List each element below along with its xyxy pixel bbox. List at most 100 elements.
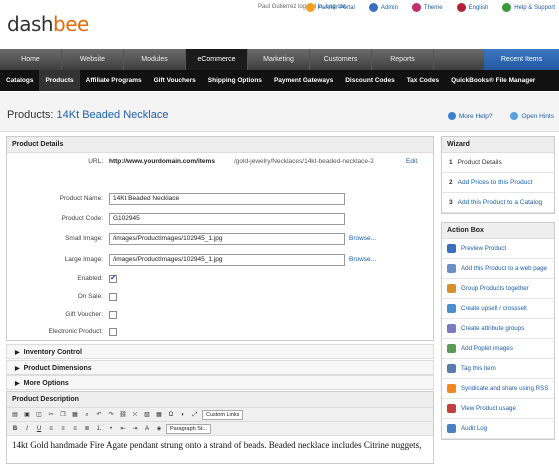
bold-icon[interactable]: B: [10, 424, 20, 434]
wizard-step-3[interactable]: 3 Add this Product to a Catalog: [442, 193, 554, 213]
sub-nav-item-shipping-options[interactable]: Shipping Options: [202, 70, 268, 91]
outdent-icon[interactable]: ⇤: [118, 424, 128, 434]
source-icon[interactable]: ▤: [10, 410, 20, 420]
top-link-english[interactable]: English: [456, 3, 488, 12]
action-tag-this-item[interactable]: Tag this item: [442, 359, 554, 379]
paragraph-style-select[interactable]: Paragraph St...: [166, 423, 211, 434]
image-icon: [447, 344, 456, 353]
hints-icon: [510, 112, 519, 120]
product-code-input[interactable]: G102945: [109, 213, 345, 225]
action-group-products-together[interactable]: Group Products together: [442, 279, 554, 299]
top-link-theme[interactable]: Theme: [411, 3, 443, 12]
expand-arrow-icon: ▶: [15, 381, 20, 387]
find-icon[interactable]: ⌕: [82, 410, 92, 420]
product-description-heading: Product Description: [7, 392, 433, 408]
gift-voucher-checkbox[interactable]: [109, 311, 117, 319]
align-right-icon[interactable]: ≡: [70, 424, 80, 434]
main-nav-tab-ecommerce[interactable]: eCommerce: [186, 49, 248, 70]
sub-nav-item-payment-gateways[interactable]: Payment Gateways: [268, 70, 339, 91]
attribute-icon: [447, 324, 456, 333]
url-base: http://www.yourdomain.com/items: [109, 158, 215, 165]
color-icon[interactable]: ◐: [178, 410, 188, 420]
underline-icon[interactable]: U: [34, 424, 44, 434]
font-color-icon[interactable]: A: [142, 424, 152, 434]
action-add-this-product-to-a-web-page[interactable]: Add this Product to a web page: [442, 259, 554, 279]
image-icon[interactable]: ▨: [142, 410, 152, 420]
sub-nav: Catalogs Products Affiliate Programs Gift V…: [0, 70, 559, 91]
url-edit-link[interactable]: Edit: [406, 158, 417, 165]
justify-icon[interactable]: ≣: [82, 424, 92, 434]
top-link-help-support[interactable]: Help & Support: [502, 3, 555, 12]
editor-toolbar-row-1: ▤ ▣ ◫ ✂ ❐ ▦ ⌕ ↶ ↷ ⛓ ⛌ ▨ ▦ Ω ◐ ⤢ Custom L…: [7, 408, 433, 422]
wizard-step-2[interactable]: 2 Add Prices to this Product: [442, 173, 554, 193]
copy-icon[interactable]: ❐: [58, 410, 68, 420]
main-nav-tab-website[interactable]: Website: [62, 49, 124, 70]
indent-icon[interactable]: ⇥: [130, 424, 140, 434]
table-icon[interactable]: ▦: [154, 410, 164, 420]
save-icon[interactable]: ▣: [22, 410, 32, 420]
usage-icon: [447, 404, 456, 413]
highlight-icon[interactable]: ◈: [154, 424, 164, 434]
action-view-product-usage[interactable]: View Product usage: [442, 399, 554, 419]
align-center-icon[interactable]: ≡: [58, 424, 68, 434]
action-create-upsell-crosssell[interactable]: Create upsell / crosssell: [442, 299, 554, 319]
maximize-icon[interactable]: ⤢: [190, 410, 200, 420]
top-links: Partner Portal Admin Theme English Help & Su…: [305, 3, 555, 12]
electronic-product-label: Electronic Product:: [48, 328, 103, 335]
help-icon: [447, 112, 456, 120]
action-syndicate-and-share-using-rss[interactable]: Syndicate and share using RSS: [442, 379, 554, 399]
top-link-partner-portal[interactable]: Partner Portal: [305, 3, 355, 12]
sub-nav-item-products[interactable]: Products: [39, 70, 80, 91]
sub-nav-item-discount-codes[interactable]: Discount Codes: [339, 70, 400, 91]
sub-nav-item-tax-codes[interactable]: Tax Codes: [401, 70, 445, 91]
undo-icon[interactable]: ↶: [94, 410, 104, 420]
on-sale-checkbox[interactable]: [109, 293, 117, 301]
enabled-checkbox[interactable]: ✓: [109, 273, 117, 283]
top-link-admin[interactable]: Admin: [368, 3, 398, 12]
sub-nav-item-quickbooks-file-manager[interactable]: QuickBooks® File Manager: [445, 70, 541, 91]
theme-icon: [411, 3, 421, 12]
more-help-link[interactable]: More Help?: [447, 112, 492, 120]
sub-nav-item-catalogs[interactable]: Catalogs: [0, 70, 39, 91]
product-description-panel: Product Description ▤ ▣ ◫ ✂ ❐ ▦ ⌕ ↶ ↷ ⛓ …: [6, 391, 434, 464]
paste-icon[interactable]: ▦: [70, 410, 80, 420]
main-nav-tab-customers[interactable]: Customers: [310, 49, 372, 70]
cut-icon[interactable]: ✂: [46, 410, 56, 420]
large-image-input[interactable]: /images/ProductImages/102945_1.jpg: [109, 254, 345, 266]
small-image-input[interactable]: /images/ProductImages/102945_1.jpg: [109, 233, 345, 245]
sub-nav-item-affiliate-programs[interactable]: Affiliate Programs: [80, 70, 148, 91]
action-create-attribute-groups[interactable]: Create attribute groups: [442, 319, 554, 339]
action-preview-product[interactable]: Preview Product: [442, 239, 554, 259]
dashbee-logo[interactable]: dashbee: [7, 12, 89, 36]
main-nav-tab-home[interactable]: Home: [0, 49, 62, 70]
custom-links-select[interactable]: Custom Links: [202, 409, 244, 420]
recent-items-button[interactable]: Recent Items: [484, 49, 559, 70]
description-editor[interactable]: 14kt Gold handmade Fire Agate pendant st…: [7, 436, 433, 454]
sub-nav-item-gift-vouchers[interactable]: Gift Vouchers: [148, 70, 202, 91]
preview-icon[interactable]: ◫: [34, 410, 44, 420]
link-icon[interactable]: ⛓: [118, 410, 128, 420]
bullet-list-icon[interactable]: •: [106, 424, 116, 434]
action-audit-log[interactable]: Audit Log: [442, 419, 554, 439]
main-nav-tab-modules[interactable]: Modules: [124, 49, 186, 70]
main-nav-tab-marketing[interactable]: Marketing: [248, 49, 310, 70]
electronic-product-checkbox[interactable]: [109, 328, 117, 336]
wizard-panel: Wizard 1 Product Details 2 Add Prices to th…: [441, 136, 555, 214]
product-dimensions-section[interactable]: ▶ Product Dimensions: [6, 360, 434, 375]
wizard-heading: Wizard: [442, 137, 554, 153]
product-name-input[interactable]: 14Kt Beaded Necklace: [109, 193, 345, 205]
small-image-browse-link[interactable]: Browse...: [349, 235, 376, 242]
product-code-label: Product Code:: [61, 215, 103, 222]
special-char-icon[interactable]: Ω: [166, 410, 176, 420]
large-image-browse-link[interactable]: Browse...: [349, 256, 376, 263]
numbered-list-icon[interactable]: ⒈: [94, 424, 104, 434]
redo-icon[interactable]: ↷: [106, 410, 116, 420]
more-options-section[interactable]: ▶ More Options: [6, 375, 434, 390]
action-add-poplet-images[interactable]: Add Poplet images: [442, 339, 554, 359]
italic-icon[interactable]: I: [22, 424, 32, 434]
main-nav-tab-reports[interactable]: Reports: [372, 49, 434, 70]
unlink-icon[interactable]: ⛌: [130, 410, 140, 420]
open-hints-link[interactable]: Open Hints: [510, 112, 554, 120]
align-left-icon[interactable]: ≡: [46, 424, 56, 434]
inventory-control-section[interactable]: ▶ Inventory Control: [6, 344, 434, 359]
